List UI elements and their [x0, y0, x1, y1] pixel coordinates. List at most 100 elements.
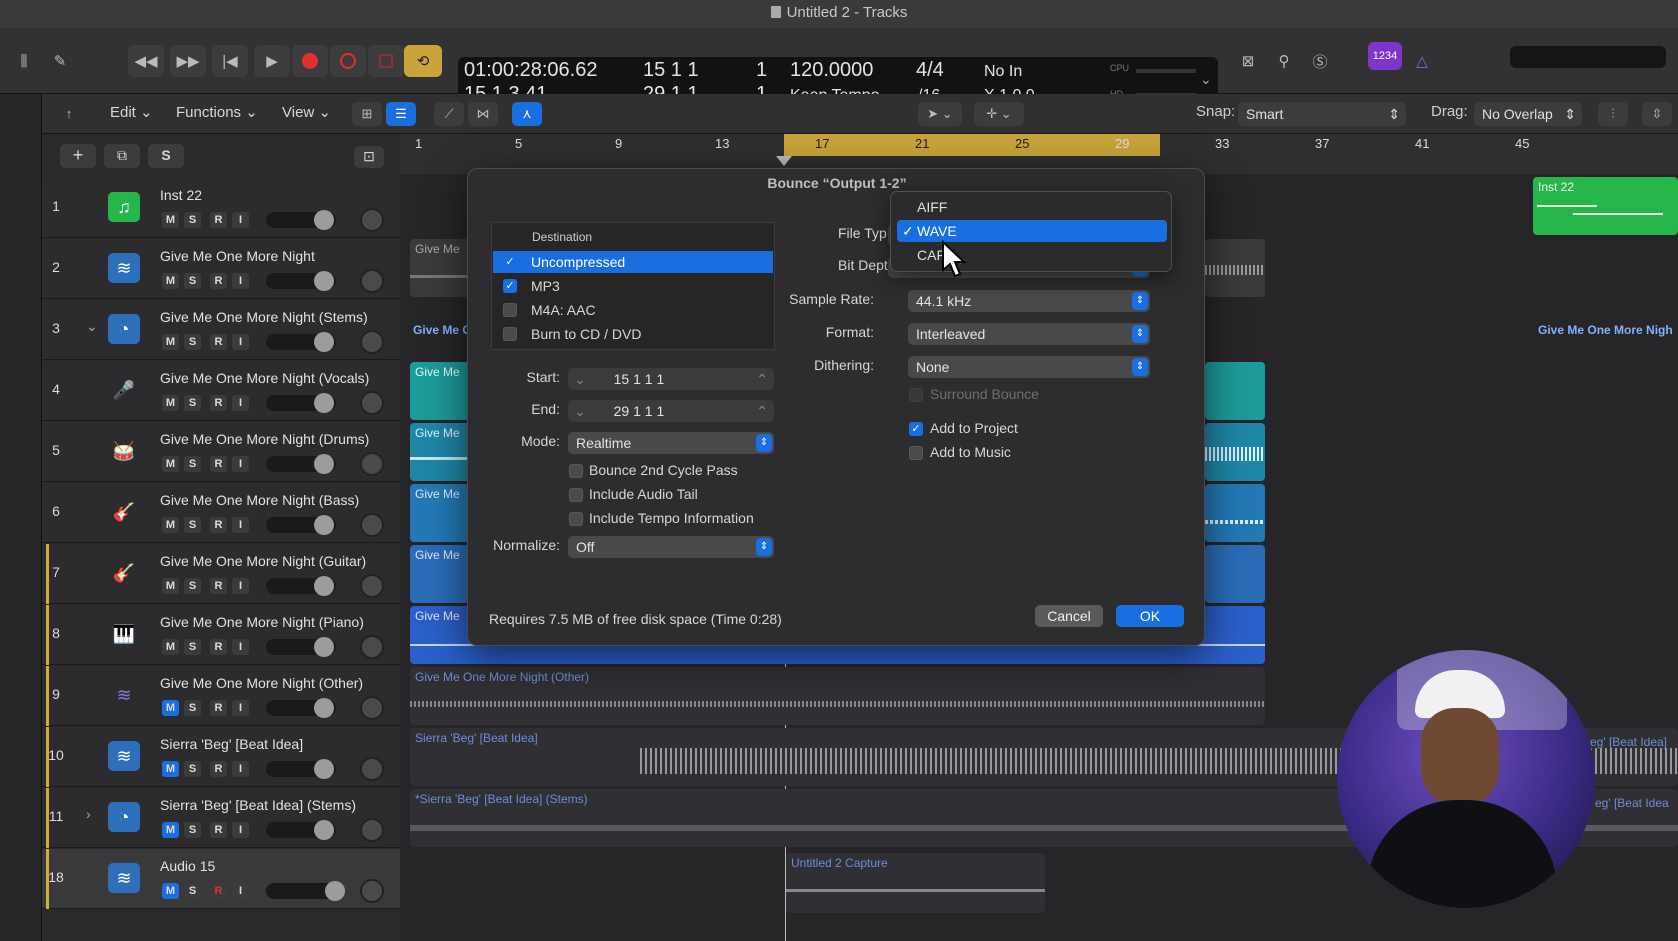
solo-button[interactable]: S	[184, 456, 201, 472]
list-editors-icon[interactable]: ⊠	[1234, 45, 1262, 77]
mute-button[interactable]: M	[162, 700, 179, 716]
waveform-zoom-icon[interactable]: ⫶	[1598, 102, 1628, 126]
record-enable-button[interactable]: R	[210, 639, 227, 655]
count-in-button[interactable]: 1234	[1368, 42, 1402, 70]
input-monitor-button[interactable]: I	[232, 212, 249, 228]
volume-knob[interactable]	[314, 210, 334, 230]
start-field[interactable]: ⌄ 15 1 1 1 ⌃	[568, 368, 774, 390]
catch-icon[interactable]: ⋏	[512, 102, 542, 126]
functions-menu[interactable]: Functions ⌄	[176, 103, 258, 121]
pan-knob[interactable]	[360, 330, 384, 354]
destination-checkbox[interactable]: ✓	[503, 255, 517, 269]
track-header-4[interactable]: 4 🎤 Give Me One More Night (Vocals) M S R I	[42, 361, 400, 421]
region-other[interactable]: Give Me One More Night (Other)	[410, 667, 1265, 725]
lcd-menu-chevron-icon[interactable]: ⌄	[1200, 71, 1212, 88]
record-enable-button[interactable]: R	[210, 578, 227, 594]
record-enable-button[interactable]: R	[210, 517, 227, 533]
pan-knob[interactable]	[360, 269, 384, 293]
destination-row-3[interactable]: Burn to CD / DVD	[493, 323, 773, 345]
pan-knob[interactable]	[360, 818, 384, 842]
mute-button[interactable]: M	[162, 578, 179, 594]
input-monitor-button[interactable]: I	[232, 273, 249, 289]
mode-select[interactable]: Realtime ⇕	[568, 432, 774, 454]
volume-knob[interactable]	[314, 332, 334, 352]
track-header-8[interactable]: 8 🎹 Give Me One More Night (Piano) M S R I	[42, 605, 400, 665]
volume-knob[interactable]	[314, 698, 334, 718]
region-sierra-right[interactable]: eg' [Beat Idea]	[1585, 732, 1678, 752]
cancel-button[interactable]: Cancel	[1035, 605, 1103, 627]
pan-knob[interactable]	[360, 696, 384, 720]
region-vocals-right[interactable]	[1205, 362, 1265, 420]
input-monitor-button[interactable]: I	[232, 578, 249, 594]
mute-button[interactable]: M	[162, 883, 179, 899]
sample-rate-select[interactable]: 44.1 kHz ⇕	[908, 290, 1150, 312]
playhead-icon[interactable]	[776, 156, 792, 166]
solo-button[interactable]: S	[184, 883, 201, 899]
pan-knob[interactable]	[360, 574, 384, 598]
input-monitor-button[interactable]: I	[232, 883, 249, 899]
dithering-select[interactable]: None ⇕	[908, 356, 1150, 378]
track-header-18[interactable]: 18 ≋ Audio 15 M S R I	[42, 849, 400, 909]
track-header-7[interactable]: 7 🎸 Give Me One More Night (Guitar) M S R I	[42, 544, 400, 604]
ok-button[interactable]: OK	[1116, 605, 1184, 627]
destination-row-0[interactable]: ✓ Uncompressed	[493, 251, 773, 273]
view-menu[interactable]: View ⌄	[282, 103, 331, 121]
destination-checkbox[interactable]	[503, 327, 517, 341]
track-header-1[interactable]: 1 ♫ Inst 22 M S R I	[42, 178, 400, 238]
include-tempo-checkbox[interactable]	[569, 512, 583, 526]
region-bass[interactable]: Give Me	[410, 484, 470, 542]
pan-knob[interactable]	[360, 879, 384, 903]
cycle-button[interactable]: ⟲	[404, 45, 442, 77]
solo-button[interactable]: S	[184, 639, 201, 655]
input-monitor-button[interactable]: I	[232, 334, 249, 350]
record-button[interactable]	[292, 45, 328, 77]
mute-button[interactable]: M	[162, 822, 179, 838]
track-header-2[interactable]: 2 ≋ Give Me One More Night M S R I	[42, 239, 400, 299]
region-drums-right[interactable]	[1205, 423, 1265, 481]
input-monitor-button[interactable]: I	[232, 700, 249, 716]
secondary-tool-icon[interactable]: ✛ ⌄	[974, 102, 1024, 126]
add-to-project-checkbox[interactable]: ✓	[909, 422, 923, 436]
mute-button[interactable]: M	[162, 212, 179, 228]
region-sierra-stems-right[interactable]: eg' [Beat Idea	[1590, 793, 1678, 813]
pointer-tool-icon[interactable]: ➤ ⌄	[918, 102, 962, 126]
mute-button[interactable]: M	[162, 517, 179, 533]
track-header-9[interactable]: 9 ≋ Give Me One More Night (Other) M S R I	[42, 666, 400, 726]
solo-button[interactable]: S	[184, 822, 201, 838]
pan-knob[interactable]	[360, 513, 384, 537]
record-enable-button[interactable]: R	[210, 273, 227, 289]
record-enable-button[interactable]: R	[210, 334, 227, 350]
destination-checkbox[interactable]: ✓	[503, 279, 517, 293]
region-give-me-2[interactable]: Give Me	[410, 239, 470, 297]
add-to-music-checkbox[interactable]	[909, 446, 923, 460]
bounce-2nd-cycle-checkbox[interactable]	[569, 464, 583, 478]
score-icon[interactable]: Ⓢ	[1306, 45, 1334, 77]
destination-row-1[interactable]: ✓ MP3	[493, 275, 773, 297]
solo-button[interactable]: S	[184, 700, 201, 716]
list-view-icon[interactable]: ☰	[386, 102, 416, 126]
region-vocals[interactable]: Give Me	[410, 362, 470, 420]
solo-button[interactable]: S	[184, 761, 201, 777]
global-solo-button[interactable]: S	[148, 144, 184, 168]
volume-knob[interactable]	[314, 393, 334, 413]
destination-row-2[interactable]: M4A: AAC	[493, 299, 773, 321]
dropdown-item-caf[interactable]: CAF	[897, 244, 1167, 266]
input-monitor-button[interactable]: I	[232, 639, 249, 655]
volume-knob[interactable]	[325, 881, 345, 901]
dropdown-item-wave[interactable]: ✓ WAVE	[897, 220, 1167, 242]
master-volume-slider[interactable]	[1510, 46, 1666, 68]
pan-knob[interactable]	[360, 635, 384, 659]
solo-button[interactable]: S	[184, 517, 201, 533]
track-header-11[interactable]: 11 › ◔ Sierra 'Beg' [Beat Idea] (Stems) M S R I	[42, 788, 400, 848]
destination-checkbox[interactable]	[503, 303, 517, 317]
disclosure-icon[interactable]: ›	[86, 806, 91, 822]
track-header-5[interactable]: 5 🥁 Give Me One More Night (Drums) M S R I	[42, 422, 400, 482]
vertical-zoom-icon[interactable]: ⇳	[1642, 102, 1672, 126]
disclosure-icon[interactable]: ⌄	[86, 318, 98, 335]
region-give-me-2-right[interactable]	[1205, 239, 1265, 297]
solo-button[interactable]: S	[184, 273, 201, 289]
mute-button[interactable]: M	[162, 273, 179, 289]
record-enable-button[interactable]: R	[210, 761, 227, 777]
edit-menu[interactable]: Edit ⌄	[110, 103, 153, 121]
region-stems-left[interactable]: Give Me C	[408, 320, 468, 344]
